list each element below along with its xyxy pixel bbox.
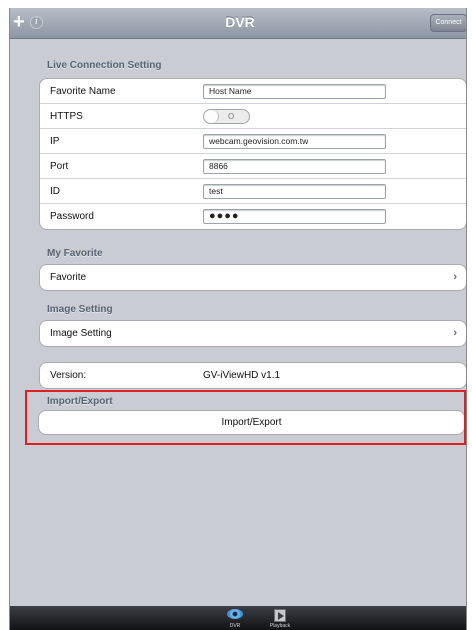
version-label: Version: — [50, 370, 87, 381]
live-connection-group: Favorite Name Host Name HTTPS O IP webca… — [39, 78, 466, 230]
port-row: Port 8866 — [40, 154, 466, 179]
eye-icon — [227, 609, 243, 619]
my-favorite-group: Favorite › — [39, 264, 466, 291]
port-label: Port — [50, 161, 69, 172]
favorite-name-label: Favorite Name — [50, 86, 116, 97]
ip-label: IP — [50, 136, 60, 147]
password-row: Password ●●●● — [40, 204, 466, 229]
https-label: HTTPS — [50, 111, 83, 122]
page-title: DVR — [225, 14, 255, 30]
id-label: ID — [50, 186, 60, 197]
toggle-knob — [204, 110, 219, 123]
image-setting-section-title: Image Setting — [47, 304, 113, 315]
image-setting-row[interactable]: Image Setting › — [40, 321, 466, 346]
version-value: GV-iViewHD v1.1 — [203, 370, 281, 381]
image-setting-group: Image Setting › — [39, 320, 466, 347]
favorite-name-row: Favorite Name Host Name — [40, 79, 466, 104]
image-setting-label: Image Setting — [50, 328, 112, 339]
version-row: Version: GV-iViewHD v1.1 — [40, 363, 466, 388]
tab-label: DVR — [229, 623, 241, 629]
id-field[interactable]: test — [203, 184, 386, 199]
connect-button[interactable]: Connect — [430, 14, 466, 32]
chevron-right-icon: › — [453, 327, 457, 339]
favorite-name-field[interactable]: Host Name — [203, 84, 386, 99]
toggle-state-text: O — [228, 112, 235, 121]
tab-dvr[interactable]: DVR — [219, 608, 251, 630]
version-group: Version: GV-iViewHD v1.1 — [39, 362, 466, 389]
https-row: HTTPS O — [40, 104, 466, 129]
app-window: + i DVR Connect Live Connection Setting … — [9, 8, 467, 630]
password-label: Password — [50, 211, 94, 222]
info-icon[interactable]: i — [30, 16, 43, 29]
ip-row: IP webcam.geovision.com.tw — [40, 129, 466, 154]
live-connection-section-title: Live Connection Setting — [47, 60, 162, 71]
tab-label: Playback — [269, 623, 291, 629]
navigation-bar: + i DVR Connect — [10, 8, 466, 39]
tab-playback[interactable]: Playback — [264, 608, 296, 630]
highlight-box — [25, 390, 466, 445]
add-icon[interactable]: + — [13, 9, 29, 35]
playback-icon — [274, 609, 286, 622]
port-field[interactable]: 8866 — [203, 159, 386, 174]
password-field[interactable]: ●●●● — [203, 209, 386, 224]
tab-bar: DVR Playback — [10, 606, 466, 630]
chevron-right-icon: › — [453, 271, 457, 283]
my-favorite-section-title: My Favorite — [47, 248, 103, 259]
ip-field[interactable]: webcam.geovision.com.tw — [203, 134, 386, 149]
id-row: ID test — [40, 179, 466, 204]
favorite-row[interactable]: Favorite › — [40, 265, 466, 290]
https-toggle[interactable]: O — [203, 109, 250, 124]
favorite-label: Favorite — [50, 272, 87, 283]
